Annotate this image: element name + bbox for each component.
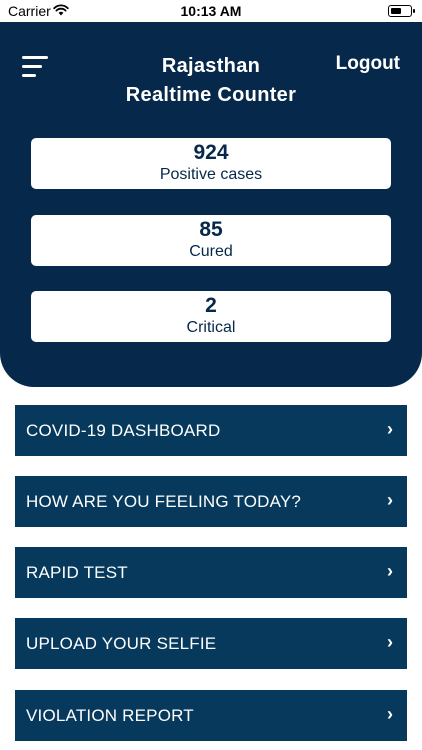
stat-label: Cured <box>189 243 233 260</box>
chevron-right-icon: › <box>387 490 393 510</box>
chevron-right-icon: › <box>387 704 393 724</box>
status-bar: Carrier 10:13 AM <box>0 0 422 22</box>
menu-item-upload-selfie[interactable]: UPLOAD YOUR SELFIE › <box>15 618 407 669</box>
title-line-2: Realtime Counter <box>125 84 297 106</box>
stat-value: 85 <box>199 218 223 241</box>
stat-value: 924 <box>193 141 229 164</box>
battery-level-fill <box>390 7 401 14</box>
stat-label: Positive cases <box>159 166 263 183</box>
stat-card-critical: 2 Critical <box>31 291 391 342</box>
clock-time: 10:13 AM <box>180 3 242 19</box>
page-title: Rajasthan Realtime Counter <box>100 52 322 110</box>
menu-item-rapid-test[interactable]: RAPID TEST › <box>15 547 407 598</box>
stat-label: Critical <box>186 319 236 336</box>
hamburger-menu-icon[interactable] <box>22 56 50 78</box>
battery-icon <box>388 5 415 17</box>
menu-item-label: UPLOAD YOUR SELFIE <box>26 634 217 653</box>
menu-item-label: HOW ARE YOU FEELING TODAY? <box>26 492 302 511</box>
header-panel: Rajasthan Realtime Counter Logout 924 Po… <box>0 22 422 387</box>
chevron-right-icon: › <box>387 561 393 581</box>
menu-item-feeling-today[interactable]: HOW ARE YOU FEELING TODAY? › <box>15 476 407 527</box>
stat-value: 2 <box>205 294 217 317</box>
chevron-right-icon: › <box>387 419 393 439</box>
menu-item-covid-dashboard[interactable]: COVID-19 DASHBOARD › <box>15 405 407 456</box>
stat-card-cured: 85 Cured <box>31 215 391 266</box>
stat-card-positive: 924 Positive cases <box>31 138 391 189</box>
logout-button[interactable]: Logout <box>336 53 400 75</box>
menu-item-label: RAPID TEST <box>26 563 128 582</box>
menu-item-label: VIOLATION REPORT <box>26 706 194 725</box>
title-line-1: Rajasthan <box>161 55 261 77</box>
menu-item-label: COVID-19 DASHBOARD <box>26 421 221 440</box>
chevron-right-icon: › <box>387 632 393 652</box>
menu-item-violation-report[interactable]: VIOLATION REPORT › <box>15 690 407 741</box>
